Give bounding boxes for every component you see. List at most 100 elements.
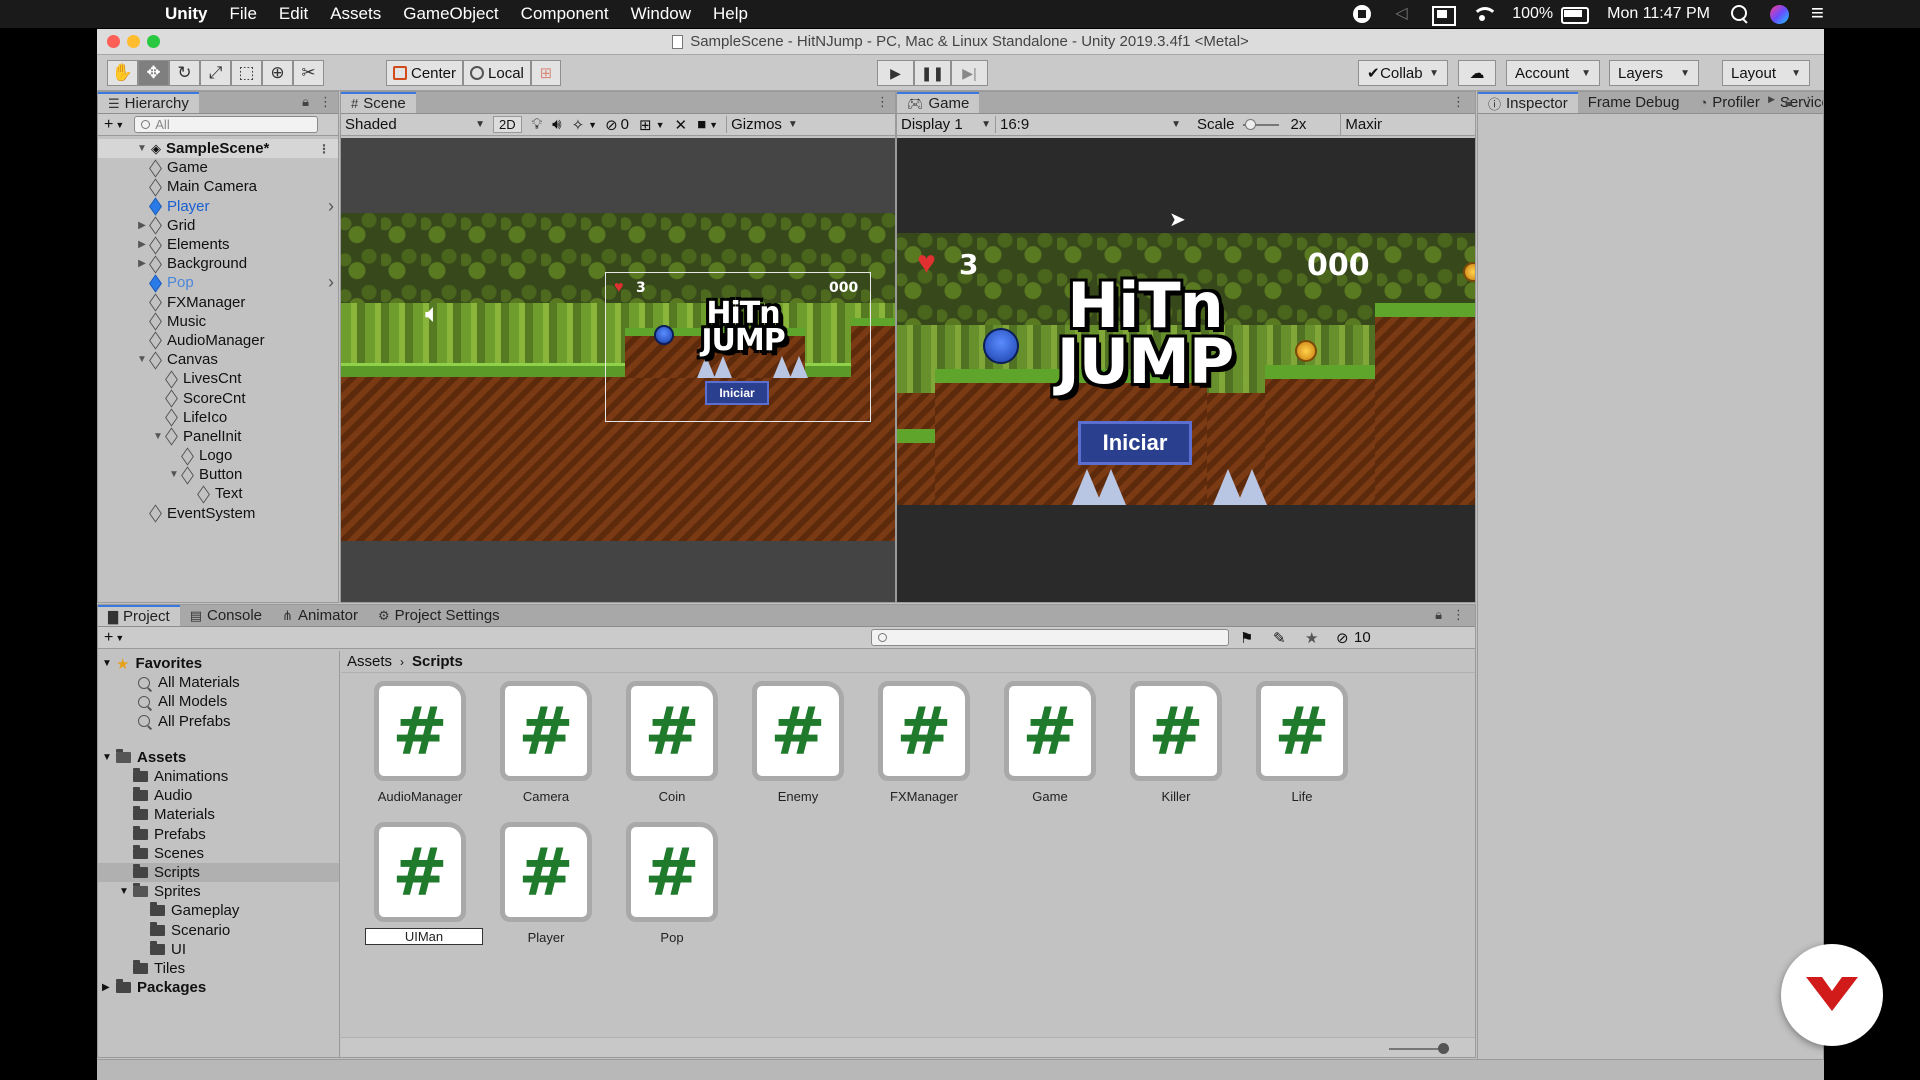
chevron-right-icon[interactable]: › — [328, 196, 334, 217]
search-by-label-icon[interactable]: ✎ — [1273, 629, 1286, 647]
tab-inspector[interactable]: ⓘ Inspector — [1478, 92, 1578, 113]
expand-arrow-icon[interactable]: ▼ — [152, 431, 164, 442]
folder-ui[interactable]: UI — [98, 940, 339, 959]
pivot-center-button[interactable]: Center — [386, 60, 464, 86]
script-asset-enemy[interactable]: # Enemy — [743, 681, 853, 804]
hierarchy-item-logo[interactable]: Logo — [98, 446, 338, 465]
expand-arrow-icon[interactable]: ▼ — [102, 658, 116, 669]
menu-component[interactable]: Component — [510, 4, 620, 24]
tab-scene[interactable]: # Scene — [341, 92, 416, 113]
cloud-button[interactable]: ☁ — [1458, 60, 1496, 86]
scene-viewport[interactable]: 🔈︎ ♥ 3 000 HiTn JUMP Iniciar — [341, 138, 895, 602]
menu-edit[interactable]: Edit — [268, 4, 319, 24]
script-asset-life[interactable]: # Life — [1247, 681, 1357, 804]
favorite-all-models[interactable]: All Models — [98, 692, 339, 711]
expand-arrow-icon[interactable]: ▼ — [168, 469, 180, 480]
siri-icon[interactable] — [1770, 5, 1790, 24]
more-options-icon[interactable]: ⋮ — [318, 142, 330, 156]
collab-dropdown[interactable]: ✔ Collab ▼ — [1358, 60, 1448, 86]
collapse-arrow-icon[interactable]: ▶ — [136, 220, 148, 231]
menubar-clock[interactable]: Mon 11:47 PM — [1607, 5, 1710, 23]
effects-toggle-icon[interactable]: ✧ — [572, 116, 585, 134]
menu-help[interactable]: Help — [702, 4, 759, 24]
layout-dropdown[interactable]: Layout ▼ — [1722, 60, 1810, 86]
notification-center-icon[interactable] — [1810, 0, 1830, 26]
script-asset-fxmanager[interactable]: # FXManager — [869, 681, 979, 804]
toggle-2d-button[interactable]: 2D — [493, 116, 522, 133]
screen-record-icon[interactable] — [1352, 5, 1372, 23]
play-button[interactable]: ▶ — [877, 60, 914, 86]
chevron-down-icon[interactable]: ▼ — [115, 633, 124, 643]
script-asset-killer[interactable]: # Killer — [1121, 681, 1231, 804]
hierarchy-item-eventsystem[interactable]: EventSystem — [98, 504, 338, 523]
script-asset-uiman[interactable]: # UIMan — [365, 822, 483, 945]
gizmos-dropdown[interactable]: Gizmos ▼ — [726, 116, 798, 133]
more-options-icon[interactable]: ⋮ — [319, 94, 332, 110]
folder-scenario[interactable]: Scenario — [98, 920, 339, 939]
lock-icon[interactable]: 🔒︎ — [1435, 607, 1442, 623]
window-zoom-button[interactable] — [147, 35, 160, 48]
grid-snap-icon[interactable]: ⊞ — [530, 60, 561, 86]
tab-animator[interactable]: ⋔ Animator — [272, 605, 368, 626]
expand-arrow-icon[interactable]: ▼ — [136, 354, 148, 365]
tab-project[interactable]: ▇ Project — [98, 605, 180, 626]
packages-row[interactable]: ▶ Packages — [98, 978, 339, 997]
hierarchy-search-input[interactable]: All — [134, 116, 319, 133]
tools-toggle-icon[interactable]: ✕ — [675, 116, 688, 134]
tab-profiler[interactable]: ◔ Profiler — [1689, 92, 1769, 113]
collapse-arrow-icon[interactable]: ▶ — [136, 258, 148, 269]
window-minimize-button[interactable] — [127, 35, 140, 48]
collapse-arrow-icon[interactable]: ▶ — [136, 239, 148, 250]
hierarchy-item-audiomanager[interactable]: AudioManager — [98, 331, 338, 350]
battery-icon[interactable] — [1561, 5, 1590, 24]
volume-muted-icon[interactable] — [1392, 3, 1412, 23]
tab-frame-debug[interactable]: Frame Debug — [1578, 92, 1690, 113]
hierarchy-item-livescnt[interactable]: LivesCnt — [98, 369, 338, 388]
menu-gameobject[interactable]: GameObject — [392, 4, 509, 24]
more-options-icon[interactable]: ⋮ — [1802, 94, 1815, 110]
folder-audio[interactable]: Audio — [98, 786, 339, 805]
folder-scenes[interactable]: Scenes — [98, 844, 339, 863]
favorite-all-materials[interactable]: All Materials — [98, 673, 339, 692]
custom-tool-icon[interactable]: ✂ — [293, 60, 324, 86]
project-search-input[interactable] — [871, 629, 1229, 646]
scene-row[interactable]: ▼ ◈ SampleScene* ⋮ — [98, 139, 338, 159]
script-asset-game[interactable]: # Game — [995, 681, 1105, 804]
chevron-down-icon[interactable]: ▼ — [709, 120, 718, 130]
rect-tool-icon[interactable]: ⬚ — [231, 60, 262, 86]
folder-prefabs[interactable]: Prefabs — [98, 825, 339, 844]
more-options-icon[interactable]: ⋮ — [1452, 607, 1465, 623]
lock-icon[interactable]: 🔒︎ — [1785, 94, 1792, 110]
chevron-down-icon[interactable]: ▼ — [115, 120, 124, 130]
script-asset-audiomanager[interactable]: # AudioManager — [365, 681, 475, 804]
folder-scripts[interactable]: Scripts — [98, 862, 339, 883]
audio-source-gizmo-icon[interactable]: 🔈︎ — [425, 298, 441, 330]
menu-app-unity[interactable]: Unity — [154, 4, 219, 24]
menu-file[interactable]: File — [219, 4, 268, 24]
script-asset-player[interactable]: # Player — [491, 822, 601, 945]
display-dropdown[interactable]: Display 1 ▼ — [897, 116, 991, 133]
hidden-packages-icon[interactable]: ⊘ — [1336, 629, 1349, 647]
layers-dropdown[interactable]: Layers ▼ — [1609, 60, 1699, 86]
tab-hierarchy[interactable]: ☰ Hierarchy — [98, 92, 199, 113]
move-tool-icon[interactable]: ✥ — [138, 60, 169, 86]
lighting-toggle-icon[interactable]: 💡︎ — [532, 116, 543, 133]
lock-icon[interactable]: 🔒︎ — [302, 94, 309, 110]
hierarchy-item-button[interactable]: ▼ Button — [98, 465, 338, 484]
pivot-local-button[interactable]: Local — [463, 60, 531, 86]
script-asset-coin[interactable]: # Coin — [617, 681, 727, 804]
chevron-down-icon[interactable]: ▼ — [656, 120, 665, 130]
hand-tool-icon[interactable]: ✋ — [107, 60, 138, 86]
grid-toggle-icon[interactable]: ⊞ — [639, 116, 652, 134]
icon-size-slider-thumb[interactable] — [1438, 1043, 1449, 1054]
hierarchy-item-player[interactable]: Player › — [98, 196, 338, 217]
transform-tool-icon[interactable]: ⊕ — [262, 60, 293, 86]
favorite-all-prefabs[interactable]: All Prefabs — [98, 712, 339, 731]
chevron-right-icon[interactable]: › — [328, 272, 334, 293]
scene-start-button[interactable]: Iniciar — [705, 381, 769, 405]
folder-materials[interactable]: Materials — [98, 805, 339, 824]
tab-game[interactable]: 🎮︎ Game — [897, 92, 980, 113]
pause-button[interactable]: ❚❚ — [914, 60, 951, 86]
breadcrumb-assets[interactable]: Assets — [347, 653, 392, 670]
chevron-down-icon[interactable]: ▼ — [588, 120, 597, 130]
